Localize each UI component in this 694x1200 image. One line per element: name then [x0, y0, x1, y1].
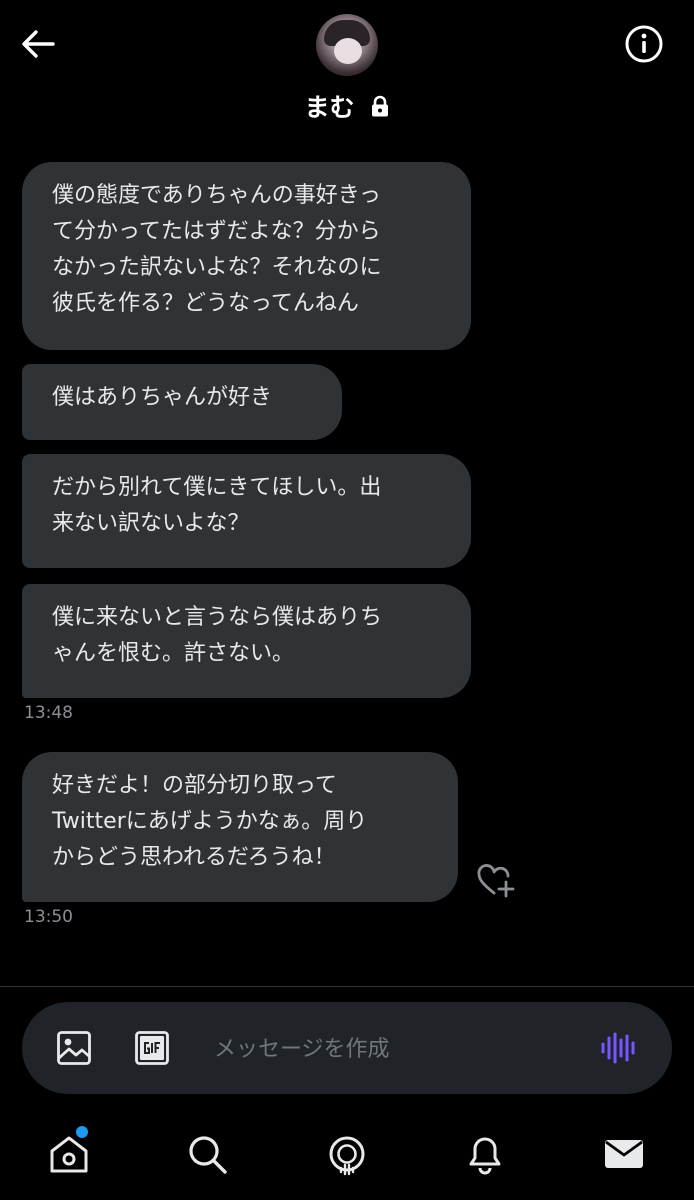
nav-home[interactable] [47, 1132, 91, 1176]
nav-messages[interactable] [602, 1132, 646, 1176]
message-bubble[interactable]: 僕はありちゃんが好き [22, 364, 342, 440]
conversation-title: まむ [304, 93, 355, 122]
message-timestamp: 13:50 [24, 907, 73, 927]
avatar[interactable] [316, 14, 378, 76]
conversation-header: まむ [0, 0, 694, 140]
voice-message-button[interactable] [600, 1030, 638, 1066]
lock-icon [371, 95, 388, 117]
notification-badge [76, 1126, 88, 1138]
arrow-left-icon [22, 30, 55, 58]
spaces-icon [329, 1136, 365, 1176]
message-bubble[interactable]: 好きだよ！の部分切り取って Twitterにあげようかなぁ。周り からどう思われ… [22, 752, 458, 902]
divider [0, 986, 694, 987]
message-bubble[interactable]: 僕の態度でありちゃんの事好きっ て分かってたはずだよな？分から なかった訳ないよ… [22, 162, 471, 350]
add-gif-button[interactable] [134, 1030, 170, 1066]
message-bubble[interactable]: だから別れて僕にきてほしい。出 来ない訳ないよな？ [22, 454, 471, 568]
nav-spaces[interactable] [325, 1132, 369, 1176]
add-reaction-button[interactable] [476, 860, 516, 900]
heart-plus-icon [477, 864, 515, 898]
message-input[interactable] [212, 1030, 576, 1068]
gif-icon [135, 1031, 169, 1065]
nav-search[interactable] [185, 1132, 229, 1176]
bottom-navigation [0, 1110, 694, 1200]
message-timestamp: 13:48 [24, 703, 73, 723]
home-icon [50, 1136, 88, 1173]
notifications-icon [469, 1137, 501, 1175]
search-icon [189, 1136, 227, 1174]
conversation-title-row[interactable]: まむ [0, 88, 694, 124]
nav-notifications[interactable] [463, 1132, 507, 1176]
image-icon [57, 1031, 91, 1065]
add-image-button[interactable] [56, 1030, 92, 1066]
back-button[interactable] [18, 24, 58, 64]
messages-icon [605, 1140, 643, 1168]
message-composer [22, 1002, 672, 1094]
info-circle-icon [625, 25, 663, 63]
voice-waveform-icon [601, 1032, 635, 1064]
message-bubble[interactable]: 僕に来ないと言うなら僕はありち ゃんを恨む。許さない。 [22, 584, 471, 698]
info-button[interactable] [624, 24, 664, 64]
